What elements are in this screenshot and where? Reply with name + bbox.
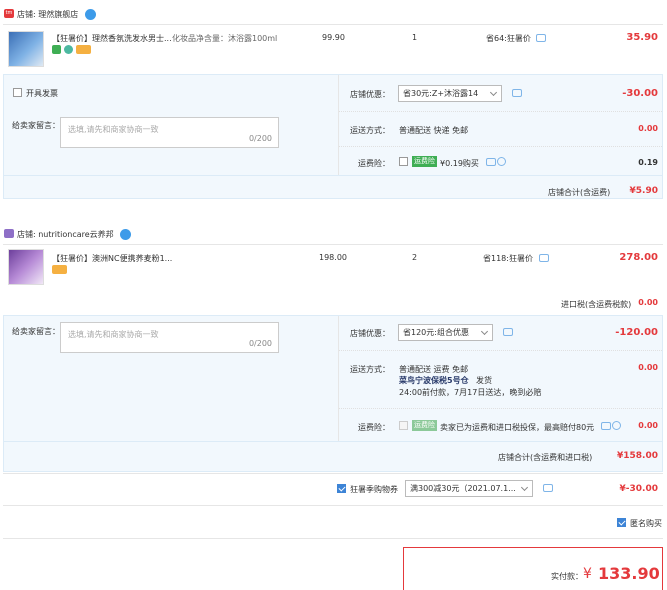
anonymous-label: 匿名购买 xyxy=(630,519,662,528)
discount-select[interactable]: 省120元:组合优惠 xyxy=(398,324,493,341)
coupon-value: ¥-30.00 xyxy=(619,484,658,494)
delivery-line3: 24:00前付款，7月17日送达，晚到必赔 xyxy=(399,388,542,397)
product-total: 35.90 xyxy=(626,32,658,43)
coupon-label: 狂暑季购物券 xyxy=(350,485,398,494)
7day-return-icon xyxy=(52,45,61,54)
insurance-label: 运费险： xyxy=(358,423,390,432)
product-qty: 1 xyxy=(412,33,418,42)
discount-select[interactable]: 省30元:Z+沐浴露14 xyxy=(398,85,502,102)
import-tax-value: 0.00 xyxy=(638,298,658,307)
delivery-value: 0.00 xyxy=(638,124,658,133)
delivery-line1: 普通配送 运费 免邮 xyxy=(399,365,469,374)
shop-icon xyxy=(4,229,14,238)
message-label: 给卖家留言： xyxy=(12,121,60,130)
pay-box: 实付款： ¥ 133.90 xyxy=(403,547,663,590)
pay-label: 实付款： xyxy=(551,572,583,581)
service-icon xyxy=(64,45,73,54)
message-input[interactable]: 选填,请先和商家协商一致 0/200 xyxy=(60,322,279,353)
delivery-warehouse: 菜鸟宁波保税5号仓 xyxy=(399,376,469,385)
shop-name[interactable]: 店铺: 理然旗舰店 xyxy=(17,9,78,20)
invoice-checkbox[interactable] xyxy=(13,88,22,97)
coupon-select[interactable]: 满300减30元（2021.07.1... xyxy=(405,480,533,497)
product-total: 278.00 xyxy=(619,252,658,263)
message-label: 给卖家留言： xyxy=(12,327,60,336)
insurance-label: 运费险： xyxy=(358,159,390,168)
subtotal-value: ¥5.90 xyxy=(629,186,658,196)
help-icon[interactable] xyxy=(612,421,621,430)
product-thumbnail[interactable] xyxy=(8,249,44,285)
product-title[interactable]: 【狂暑价】澳洲NC便携荞麦粉1... xyxy=(52,253,172,264)
insurance-tag: 运费险 xyxy=(412,420,437,431)
product-title[interactable]: 【狂暑价】理然香氛洗发水男士... xyxy=(52,33,172,44)
insurance-text: ¥0.19购买 xyxy=(440,159,479,168)
import-tax-label: 进口税(含运费税款) xyxy=(561,300,632,309)
product-thumbnail[interactable] xyxy=(8,31,44,67)
coupon-checkbox[interactable] xyxy=(337,484,346,493)
discount-label: 店铺优惠： xyxy=(350,90,390,99)
chat-icon[interactable] xyxy=(503,328,513,336)
product-qty: 2 xyxy=(412,253,418,262)
product-price: 99.90 xyxy=(322,33,345,42)
chat-icon[interactable] xyxy=(543,484,553,492)
delivery-label: 运送方式： xyxy=(350,365,390,374)
subtotal-value: ¥158.00 xyxy=(617,451,658,461)
delivery-value: 0.00 xyxy=(638,363,658,372)
message-input[interactable]: 选填,请先和商家协商一致 0/200 xyxy=(60,117,279,148)
chat-icon[interactable] xyxy=(536,34,546,42)
insurance-tag: 运费险 xyxy=(412,156,437,167)
subtotal-label: 店铺合计(含运费) xyxy=(548,188,611,197)
shop-name[interactable]: 店铺: nutritioncare云养邦 xyxy=(17,229,114,240)
insurance-value: 0.00 xyxy=(638,421,658,430)
discount-label: 店铺优惠： xyxy=(350,329,390,338)
product-price: 198.00 xyxy=(319,253,347,262)
invoice-label: 开具发票 xyxy=(26,89,58,98)
discount-value: -120.00 xyxy=(615,327,658,338)
chat-icon[interactable] xyxy=(539,254,549,262)
verified-icon xyxy=(85,9,96,20)
product-save: 省64:狂暑价 xyxy=(486,34,531,43)
card-icon xyxy=(52,265,67,274)
shop-icon: tm xyxy=(4,9,14,18)
chat-icon[interactable] xyxy=(512,89,522,97)
discount-value: -30.00 xyxy=(622,88,658,99)
product-save: 省118:狂暑价 xyxy=(483,254,533,263)
delivery-text: 普通配送 快递 免邮 xyxy=(399,126,469,135)
insurance-checkbox xyxy=(399,421,408,430)
subtotal-label: 店铺合计(含运费和进口税) xyxy=(498,453,593,462)
insurance-checkbox[interactable] xyxy=(399,157,408,166)
delivery-label: 运送方式： xyxy=(350,126,390,135)
pay-amount: 133.90 xyxy=(598,564,660,583)
help-icon[interactable] xyxy=(497,157,506,166)
delivery-ship: 发货 xyxy=(476,376,492,385)
product-spec: 化妆品净含量：沐浴露100ml xyxy=(172,34,278,43)
anonymous-checkbox[interactable] xyxy=(617,518,626,527)
chat-icon[interactable] xyxy=(486,158,496,166)
card-icon xyxy=(76,45,91,54)
insurance-value: 0.19 xyxy=(638,158,658,167)
insurance-text: 卖家已为运费和进口税投保，最高赔付80元 xyxy=(440,423,595,432)
chat-icon[interactable] xyxy=(601,422,611,430)
pay-currency: ¥ xyxy=(583,566,592,582)
verified-icon xyxy=(120,229,131,240)
